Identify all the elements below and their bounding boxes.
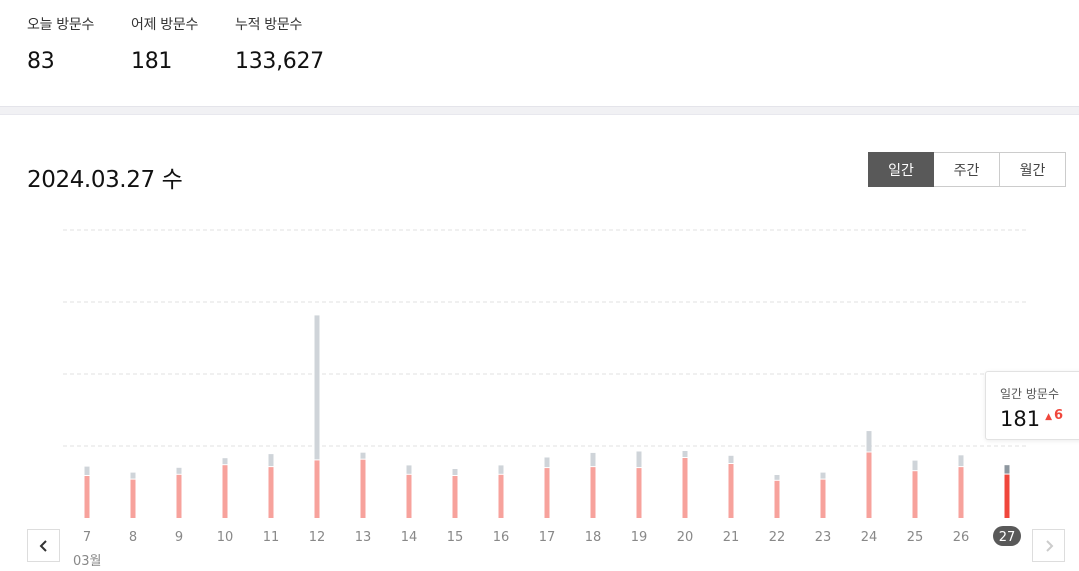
bar-main-12[interactable] [314,460,320,518]
chevron-left-icon [39,539,47,552]
stat-yesterday-value: 181 [131,49,173,74]
bar-stack-14[interactable] [406,465,412,474]
x-tick-label-25[interactable]: 25 [907,530,924,545]
tab-weekly[interactable]: 주간 [934,152,1000,187]
bar-main-10[interactable] [222,465,228,518]
x-tick-label-27[interactable]: 27 [999,530,1016,545]
x-tick-label-12[interactable]: 12 [309,530,326,545]
bar-stack-15[interactable] [452,469,458,475]
bar-main-14[interactable] [406,474,412,518]
bar-stack-26[interactable] [958,455,964,467]
stat-total-label: 누적 방문수 [235,17,303,33]
triangle-up-icon: ▲ [1045,412,1053,422]
bar-stack-12[interactable] [314,315,320,460]
stat-today: 오늘 방문수 83 [27,14,94,74]
bar-main-16[interactable] [498,474,504,518]
stat-today-label: 오늘 방문수 [27,17,95,33]
bar-main-21[interactable] [728,464,734,518]
x-tick-label-23[interactable]: 23 [815,530,832,545]
x-tick-label-13[interactable]: 13 [355,530,372,545]
bar-main-26[interactable] [958,467,964,518]
bar-stack-9[interactable] [176,467,182,474]
bar-stack-13[interactable] [360,452,366,459]
x-tick-label-15[interactable]: 15 [447,530,464,545]
x-tick-label-11[interactable]: 11 [263,530,280,545]
bar-main-7[interactable] [84,476,90,518]
bar-stack-19[interactable] [636,451,642,468]
x-tick-label-16[interactable]: 16 [493,530,510,545]
bar-main-24[interactable] [866,452,872,518]
stat-yesterday: 어제 방문수 181 [131,14,198,74]
bar-main-22[interactable] [774,480,780,518]
x-tick-label-18[interactable]: 18 [585,530,602,545]
tooltip-diff-value: 6 [1054,408,1064,423]
bar-stack-20[interactable] [682,451,688,457]
section-divider [0,106,1079,115]
month-label: 03월 [73,554,102,569]
x-tick-label-26[interactable]: 26 [953,530,970,545]
bar-main-19[interactable] [636,468,642,518]
x-tick-label-17[interactable]: 17 [539,530,556,545]
visit-stats: 오늘 방문수 83 어제 방문수 181 누적 방문수 133,627 [0,0,1079,106]
next-button[interactable] [1032,529,1065,562]
bar-stack-18[interactable] [590,452,596,467]
x-tick-label-24[interactable]: 24 [861,530,878,545]
bar-main-27[interactable] [1004,474,1010,518]
x-tick-label-21[interactable]: 21 [723,530,740,545]
tab-daily[interactable]: 일간 [868,152,934,187]
bar-stack-7[interactable] [84,466,90,475]
bar-stack-23[interactable] [820,472,826,479]
stat-total: 누적 방문수 133,627 [235,14,324,74]
bar-stack-22[interactable] [774,475,780,480]
daily-visits-chart: 7 8 9 10 11 12 13 14 15 16 17 18 19 20 21 22 23 24 25 26 27 [63,229,1027,546]
bar-stack-11[interactable] [268,454,274,467]
bar-main-20[interactable] [682,458,688,518]
bar-stack-10[interactable] [222,458,228,465]
x-tick-label-7[interactable]: 7 [83,530,91,545]
bar-stack-24[interactable] [866,431,872,452]
bar-main-8[interactable] [130,479,136,518]
tab-monthly[interactable]: 월간 [1000,152,1066,187]
bar-main-15[interactable] [452,476,458,518]
bar-main-9[interactable] [176,474,182,518]
stat-yesterday-label: 어제 방문수 [131,17,199,33]
x-tick-label-22[interactable]: 22 [769,530,786,545]
x-tick-label-14[interactable]: 14 [401,530,418,545]
bar-main-11[interactable] [268,467,274,518]
selected-date-title: 2024.03.27 수 [27,167,183,193]
bar-stack-17[interactable] [544,457,550,468]
chevron-right-icon [1045,539,1053,552]
tooltip-diff: ▲ 6 [1045,408,1063,423]
stat-total-value: 133,627 [235,49,324,74]
tooltip-value: 181 [1000,407,1041,431]
x-tick-label-8[interactable]: 8 [129,530,137,545]
stat-today-value: 83 [27,49,55,74]
bar-stack-25[interactable] [912,460,918,471]
bar-main-25[interactable] [912,471,918,518]
x-tick-label-10[interactable]: 10 [217,530,234,545]
prev-button[interactable] [27,529,60,562]
bar-main-17[interactable] [544,468,550,518]
bar-main-18[interactable] [590,467,596,518]
x-tick-label-9[interactable]: 9 [175,530,183,545]
x-tick-label-19[interactable]: 19 [631,530,648,545]
bar-stack-16[interactable] [498,465,504,474]
bar-main-13[interactable] [360,459,366,518]
period-tabs: 일간 주간 월간 [868,152,1066,187]
bar-stack-8[interactable] [130,472,136,479]
bar-main-23[interactable] [820,479,826,518]
bar-stack-21[interactable] [728,455,734,463]
visits-tooltip: 일간 방문수 181 ▲ 6 [985,371,1079,440]
x-tick-label-20[interactable]: 20 [677,530,694,545]
bar-stack-27[interactable] [1004,465,1010,474]
tooltip-label: 일간 방문수 [1000,387,1060,401]
